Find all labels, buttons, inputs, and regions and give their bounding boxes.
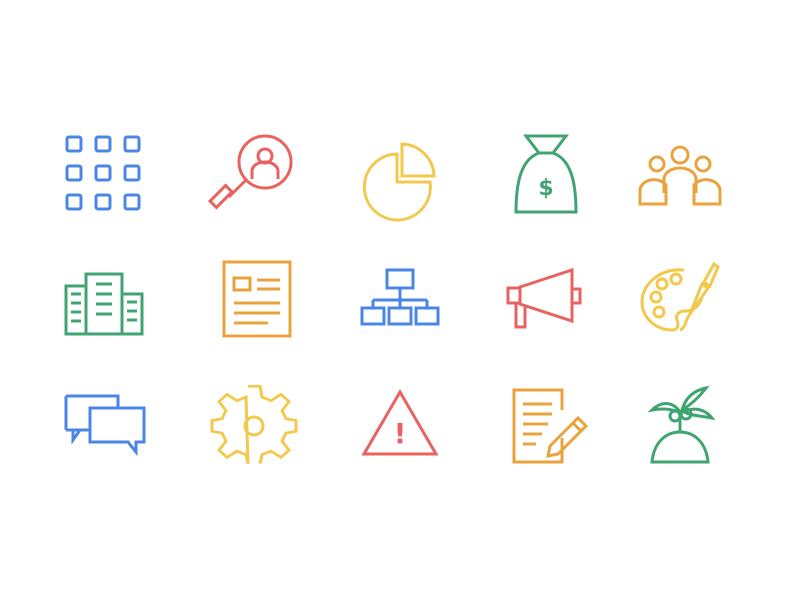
paint-palette-icon [630,248,730,348]
warning-icon: ! [350,376,450,476]
money-bag-glyph: $ [538,176,553,201]
pie-chart-icon [350,124,450,224]
document-icon [204,248,304,348]
apps-grid-icon [54,124,154,224]
org-chart-icon [350,248,450,348]
chat-bubbles-icon [54,376,154,476]
megaphone-icon [496,248,596,348]
money-bag-icon: $ [496,124,596,224]
warning-glyph: ! [394,417,407,450]
island-icon [630,376,730,476]
user-search-icon [204,124,304,224]
edit-document-icon [496,376,596,476]
gear-icon [204,376,304,476]
icon-sheet: $ ! [0,0,800,600]
team-icon [630,124,730,224]
buildings-icon [54,248,154,348]
